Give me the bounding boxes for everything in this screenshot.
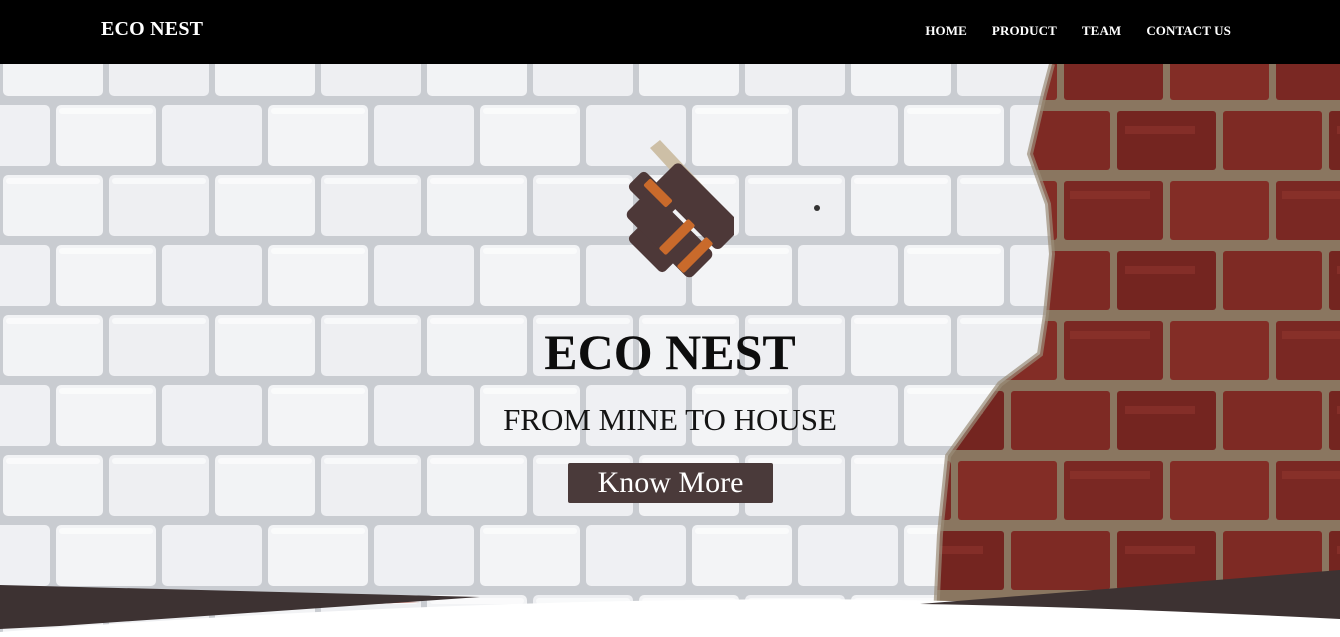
- page: ECO NEST HOME PRODUCT TEAM CONTACT US EC…: [0, 0, 1340, 637]
- nav-link-team[interactable]: TEAM: [1082, 23, 1121, 38]
- hero-title: ECO NEST: [544, 324, 796, 380]
- nav-item-product: PRODUCT: [992, 22, 1057, 40]
- brick-pattern-logo-icon: [626, 140, 734, 278]
- top-navbar: ECO NEST HOME PRODUCT TEAM CONTACT US: [0, 0, 1340, 64]
- nav-menu: HOME PRODUCT TEAM CONTACT US: [900, 22, 1231, 40]
- brand-logo-link[interactable]: ECO NEST: [101, 17, 203, 41]
- nav-item-team: TEAM: [1082, 22, 1121, 40]
- know-more-button[interactable]: Know More: [568, 463, 773, 503]
- nav-item-contact: CONTACT US: [1146, 22, 1231, 40]
- nav-link-contact-us[interactable]: CONTACT US: [1146, 23, 1231, 38]
- nav-item-home: HOME: [925, 22, 967, 40]
- nav-link-home[interactable]: HOME: [925, 23, 967, 38]
- hero-subtitle: FROM MINE TO HOUSE: [503, 402, 837, 437]
- hero-section: ECO NEST FROM MINE TO HOUSE Know More: [0, 64, 1340, 637]
- nav-link-product[interactable]: PRODUCT: [992, 23, 1057, 38]
